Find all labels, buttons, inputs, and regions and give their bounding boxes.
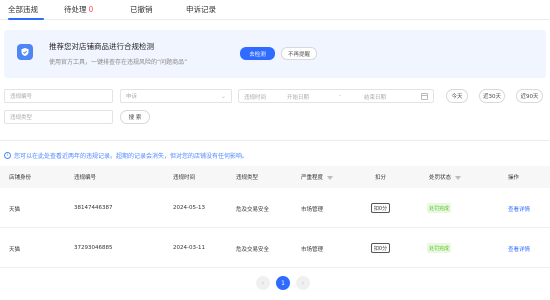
severity-cell: 市场管理	[301, 247, 324, 253]
column-header: 店铺身份	[9, 175, 32, 181]
range-separator: -	[339, 93, 341, 99]
violation-type-cell: 危及交易安全	[236, 247, 270, 253]
quick-today-button[interactable]: 今天	[446, 89, 468, 103]
column-header: 扣分	[375, 175, 387, 181]
banner-description: 使用官方工具，一键排查存在违规风险的“问题商品”	[49, 59, 188, 66]
start-check-button[interactable]: 去检测	[240, 47, 275, 60]
placeholder: 违规类型	[10, 115, 33, 121]
end-date-placeholder: 结束日期	[364, 95, 387, 101]
active-tab-indicator	[8, 18, 44, 20]
score-badge: 扣0分	[371, 203, 390, 213]
info-icon: i	[4, 152, 11, 159]
tab-revoked[interactable]: 已撤销	[130, 4, 153, 15]
divider	[0, 140, 550, 141]
next-page-button[interactable]: ›	[296, 276, 310, 290]
tab-appeal-records[interactable]: 申诉记录	[186, 4, 216, 15]
severity-column-header[interactable]: 严重程度	[301, 173, 334, 181]
tab-pending[interactable]: 待处理 0	[64, 4, 93, 15]
violation-time-cell: 2024-05-13	[173, 205, 205, 211]
violation-number-cell: 38147446387	[74, 205, 113, 211]
store-identity-cell: 天猫	[9, 207, 21, 213]
score-badge: 扣0分	[371, 243, 390, 253]
shield-check-icon	[17, 44, 33, 60]
calendar-icon	[421, 93, 428, 100]
tab-bar: 全部违规 待处理 0 已撤销 申诉记录	[0, 0, 550, 20]
store-identity-cell: 天猫	[9, 247, 21, 253]
column-header-label: 严重程度	[301, 175, 324, 181]
notice-bar: i 您可以在此处查看近两年的违规记录。超期的记录会消失，但对您的店铺没有任何影响…	[4, 151, 248, 160]
status-badge: 处罚完成	[427, 243, 451, 253]
placeholder: 申诉	[126, 94, 138, 100]
violation-number-input[interactable]: 违规编号	[4, 89, 113, 103]
dont-remind-button[interactable]: 不再提醒	[281, 47, 317, 60]
quick-90days-button[interactable]: 近90天	[516, 89, 543, 103]
view-details-link[interactable]: 查看详情	[508, 205, 530, 213]
column-header: 违规时间	[173, 175, 196, 181]
violation-type-cell: 危及交易安全	[236, 207, 270, 213]
quick-30days-button[interactable]: 近30天	[479, 89, 505, 103]
pending-count-badge: 0	[88, 5, 94, 14]
status-badge: 处罚完成	[427, 203, 451, 213]
notice-text: 您可以在此处查看近两年的违规记录。超期的记录会消失，但对您的店铺没有任何影响。	[14, 153, 249, 160]
table-header: 店铺身份 违规编号 违规时间 违规类型 严重程度 扣分 处罚状态 操作	[0, 166, 550, 188]
table-row: 天猫 38147446387 2024-05-13 危及交易安全 市场管理 扣0…	[0, 188, 550, 228]
violation-number-cell: 37293046885	[74, 245, 113, 251]
violation-type-input[interactable]: 违规类型	[4, 110, 113, 124]
filter-icon[interactable]	[327, 175, 334, 180]
compliance-banner: 推荐您对店铺商品进行合规检测 使用官方工具，一键排查存在违规风险的“问题商品” …	[4, 30, 546, 78]
page-1-button[interactable]: 1	[276, 276, 290, 290]
status-column-header[interactable]: 处罚状态	[429, 173, 462, 181]
start-date-placeholder: 开始日期	[287, 95, 310, 101]
tab-label: 已撤销	[130, 5, 153, 14]
severity-cell: 市场管理	[301, 207, 324, 213]
prev-page-button[interactable]: ‹	[256, 276, 270, 290]
column-header: 操作	[508, 175, 520, 181]
category-select[interactable]: 申诉 ⌄	[120, 89, 232, 103]
banner-title: 推荐您对店铺商品进行合规检测	[49, 42, 154, 51]
tab-all-violations[interactable]: 全部违规	[8, 4, 38, 15]
violation-time-cell: 2024-03-11	[173, 245, 205, 251]
tab-label: 全部违规	[8, 5, 38, 14]
view-details-link[interactable]: 查看详情	[508, 245, 530, 253]
date-range-label: 违规时间	[244, 95, 267, 101]
placeholder: 违规编号	[10, 94, 33, 100]
column-header-label: 处罚状态	[429, 175, 452, 181]
table-row: 天猫 37293046885 2024-03-11 危及交易安全 市场管理 扣0…	[0, 228, 550, 268]
date-range-picker[interactable]: 违规时间 开始日期 - 结束日期	[238, 89, 434, 103]
tab-label: 申诉记录	[186, 5, 216, 14]
tab-label: 待处理	[64, 5, 87, 14]
column-header: 违规类型	[236, 175, 259, 181]
filter-icon[interactable]	[455, 175, 462, 180]
chevron-down-icon: ⌄	[220, 93, 226, 100]
column-header: 违规编号	[74, 175, 97, 181]
search-button[interactable]: 搜 索	[120, 110, 150, 124]
